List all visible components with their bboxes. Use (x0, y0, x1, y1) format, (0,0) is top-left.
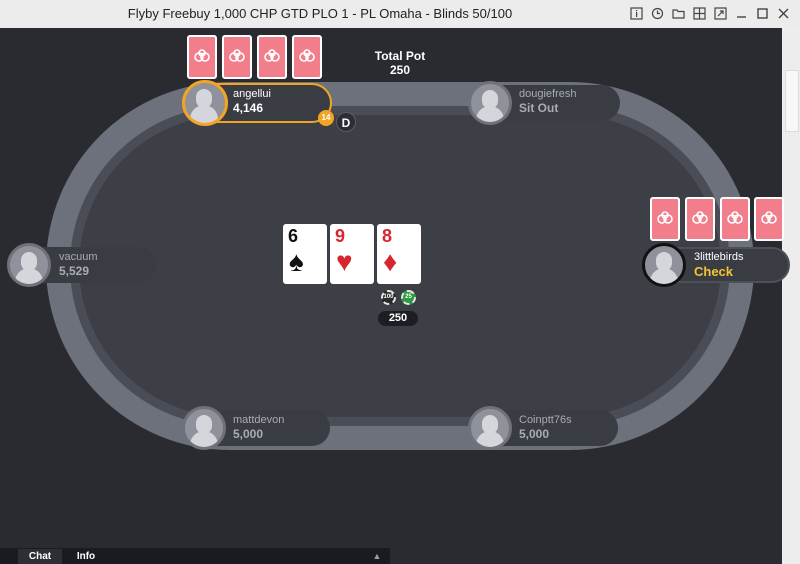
chip-25-icon: 25 (401, 290, 416, 305)
card-back-logo-icon (657, 211, 673, 224)
avatar (7, 243, 51, 287)
chevron-up-icon[interactable]: ▲ (370, 549, 384, 563)
info-icon[interactable] (628, 5, 645, 22)
window-controls (628, 5, 792, 22)
card-rank: 8 (382, 226, 393, 246)
player-stack: 5,000 (519, 427, 550, 441)
board-card: 6 ♠ (283, 224, 327, 284)
player-name: 3littlebirds (694, 251, 744, 263)
player-name: angellui (233, 88, 271, 100)
chip-100-icon: 100 (381, 290, 396, 305)
hole-card (292, 35, 322, 79)
scrollbar-thumb[interactable] (785, 70, 799, 132)
card-back-logo-icon (299, 49, 315, 62)
scrollbar[interactable] (782, 28, 800, 564)
player-name: Coinptt76s (519, 414, 572, 426)
hole-card (754, 197, 784, 241)
avatar (642, 243, 686, 287)
pot-amount-pill: 250 (378, 311, 418, 326)
player-name: vacuum (59, 251, 98, 263)
card-back-logo-icon (727, 211, 743, 224)
card-suit-icon: ♥ (336, 246, 353, 277)
hole-card (257, 35, 287, 79)
tab-info[interactable]: Info (66, 549, 106, 564)
card-back-logo-icon (761, 211, 777, 224)
board-card: 8 ♦ (377, 224, 421, 284)
player-action: Check (694, 264, 734, 279)
hole-card (685, 197, 715, 241)
card-rank: 9 (335, 226, 346, 246)
avatar (182, 80, 228, 126)
window-title: Flyby Freebuy 1,000 CHP GTD PLO 1 - PL O… (127, 6, 513, 21)
card-suit-icon: ♠ (289, 246, 304, 277)
avatar (468, 81, 512, 125)
card-back-logo-icon (692, 211, 708, 224)
total-pot-label: Total Pot (374, 49, 426, 63)
card-back-logo-icon (229, 49, 245, 62)
player-name: mattdevon (233, 414, 285, 426)
card-suit-icon: ♦ (383, 246, 398, 277)
total-pot-value: 250 (389, 63, 411, 77)
maximize-icon[interactable] (754, 5, 771, 22)
card-rank: 6 (288, 226, 299, 246)
card-back-logo-icon (264, 49, 280, 62)
player-stack: 5,000 (233, 427, 264, 441)
close-icon[interactable] (775, 5, 792, 22)
card-back-logo-icon (194, 49, 210, 62)
window-titlebar: Flyby Freebuy 1,000 CHP GTD PLO 1 - PL O… (0, 0, 800, 29)
hole-card (650, 197, 680, 241)
dealer-button: D (336, 112, 356, 132)
bottom-tab-bar: Chat Info ▲ (0, 548, 390, 564)
avatar (182, 406, 226, 450)
tiles-icon[interactable] (691, 5, 708, 22)
player-stack: 4,146 (233, 101, 264, 115)
player-stack: Sit Out (519, 101, 559, 115)
hole-card (222, 35, 252, 79)
expand-icon[interactable] (712, 5, 729, 22)
action-timer-badge: 14 (318, 110, 334, 126)
player-stack: 5,529 (59, 264, 90, 278)
history-icon[interactable] (649, 5, 666, 22)
avatar (468, 406, 512, 450)
hole-card (720, 197, 750, 241)
folder-icon[interactable] (670, 5, 687, 22)
minimize-icon[interactable] (733, 5, 750, 22)
board-card: 9 ♥ (330, 224, 374, 284)
player-name: dougiefresh (519, 88, 577, 100)
hole-card (187, 35, 217, 79)
tab-chat[interactable]: Chat (18, 549, 62, 564)
